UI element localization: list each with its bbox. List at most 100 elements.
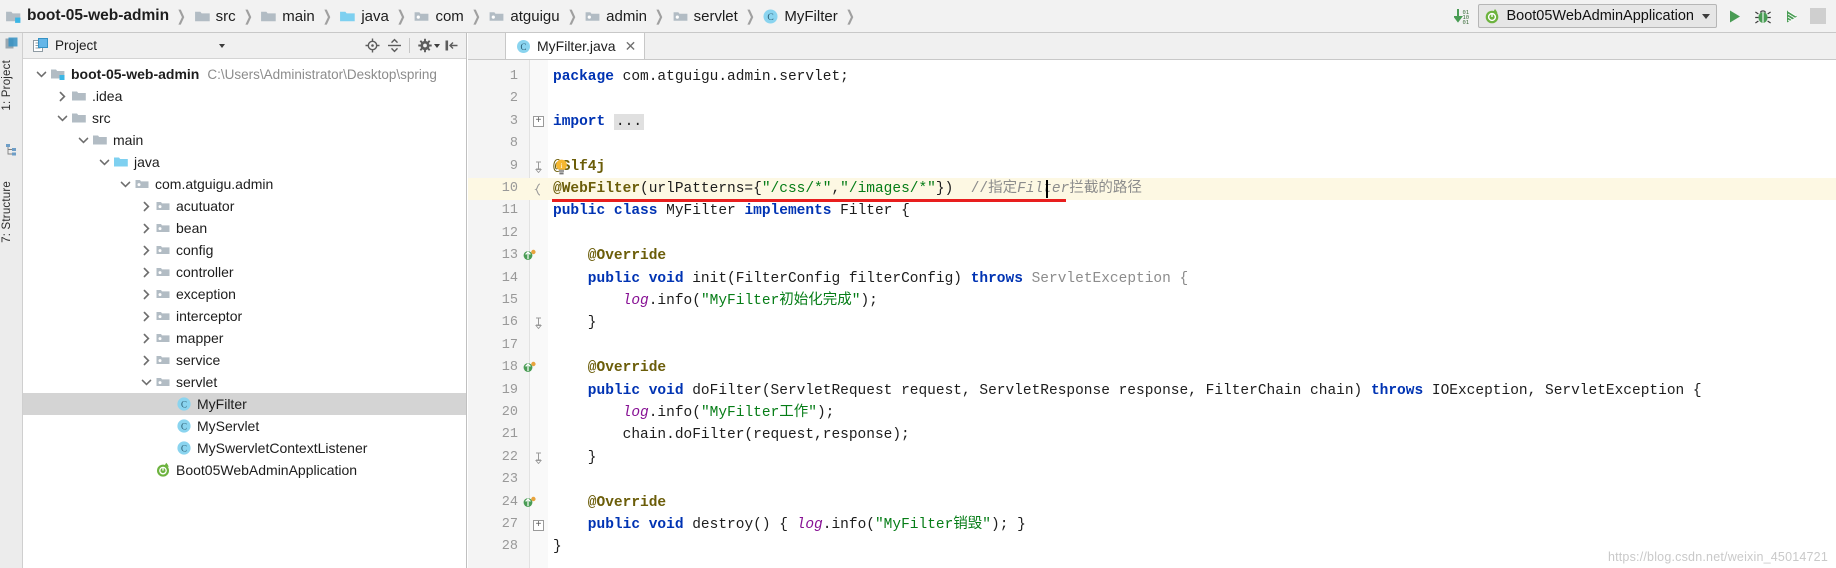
code-token: "MyFilter工作" xyxy=(700,405,817,421)
breadcrumb-item-main[interactable]: main xyxy=(257,8,317,25)
tree-item-boot-05-web-admin[interactable]: boot-05-web-admin C:\Users\Administrator\… xyxy=(23,63,466,85)
code-text: } xyxy=(553,447,597,469)
tree-item-java[interactable]: java xyxy=(23,151,466,173)
project-view-icon xyxy=(33,38,48,53)
code-token: }) xyxy=(935,181,971,197)
chevron-right-icon[interactable] xyxy=(138,286,154,302)
close-icon[interactable]: ✕ xyxy=(625,38,637,55)
run-with-coverage-button[interactable] xyxy=(1781,8,1803,25)
chevron-right-icon[interactable] xyxy=(138,330,154,346)
chevron-down-icon[interactable] xyxy=(138,374,154,390)
tree-item--idea[interactable]: .idea xyxy=(23,85,466,107)
spring-class-icon xyxy=(154,462,171,478)
breadcrumb-item-atguigu[interactable]: atguigu xyxy=(485,8,561,25)
sidebar-tab-project[interactable]: 1: Project xyxy=(1,60,13,111)
breadcrumb-item-servlet[interactable]: servlet xyxy=(669,8,740,25)
project-tree[interactable]: boot-05-web-admin C:\Users\Administrator\… xyxy=(23,59,466,568)
tree-item-service[interactable]: service xyxy=(23,349,466,371)
code-lines[interactable]: 1 package com.atguigu.admin.servlet; 2 3 imp… xyxy=(468,60,1836,568)
fold-end-icon[interactable] xyxy=(532,160,545,173)
chevron-right-icon[interactable] xyxy=(138,242,154,258)
code-token: log xyxy=(622,405,649,421)
code-line: 15 log.info("MyFilter初始化完成"); xyxy=(468,290,1836,312)
chevron-down-icon[interactable] xyxy=(33,66,49,82)
tree-item-mapper[interactable]: mapper xyxy=(23,327,466,349)
sidebar-tab-structure[interactable]: 7: Structure xyxy=(1,181,13,243)
fold-end-icon[interactable] xyxy=(532,317,545,330)
chevron-down-icon[interactable] xyxy=(75,132,91,148)
tree-item-boot05webadminapplication[interactable]: Boot05WebAdminApplication xyxy=(23,459,466,481)
code-text: public void doFilter(ServletRequest requ… xyxy=(553,380,1702,402)
tree-item-label: acutuator xyxy=(176,198,235,214)
breadcrumb-item-src[interactable]: src xyxy=(191,8,238,25)
folder-icon xyxy=(70,110,87,126)
gear-icon[interactable] xyxy=(414,35,436,57)
hide-panel-icon[interactable] xyxy=(440,35,462,57)
line-number: 28 xyxy=(501,539,518,555)
breadcrumb-item-label: src xyxy=(215,7,236,25)
code-token: public void xyxy=(553,517,693,533)
code-line: 22 } xyxy=(468,447,1836,469)
tree-item-interceptor[interactable]: interceptor xyxy=(23,305,466,327)
line-number: 22 xyxy=(501,449,518,465)
download-updates-icon[interactable]: 01 10 01 xyxy=(1454,7,1471,26)
code-editor[interactable]: 1 package com.atguigu.admin.servlet; 2 3 imp… xyxy=(468,60,1836,568)
chevron-down-icon[interactable] xyxy=(219,43,226,48)
code-token: } xyxy=(553,315,597,332)
code-text: @Override xyxy=(553,245,666,267)
tree-item-com-atguigu-admin[interactable]: com.atguigu.admin xyxy=(23,173,466,195)
run-configuration-label: Boot05WebAdminApplication xyxy=(1506,8,1694,24)
tree-item-myfilter[interactable]: C MyFilter xyxy=(23,393,466,415)
tree-item-label: src xyxy=(92,110,111,126)
tree-item-main[interactable]: main xyxy=(23,129,466,151)
chevron-down-icon[interactable] xyxy=(117,176,133,192)
fold-expand-icon[interactable]: + xyxy=(532,519,545,532)
chevron-down-icon[interactable] xyxy=(54,110,70,126)
locate-icon[interactable] xyxy=(361,35,383,57)
chevron-right-icon[interactable] xyxy=(138,264,154,280)
breadcrumb-item-myfilter[interactable]: C MyFilter xyxy=(759,8,839,25)
line-number: 9 xyxy=(509,158,518,174)
chevron-right-icon[interactable] xyxy=(138,352,154,368)
editor-tab-myfilter[interactable]: C MyFilter.java ✕ xyxy=(505,32,646,59)
intention-bulb-icon[interactable]: i xyxy=(554,158,569,184)
breadcrumb-item-java[interactable]: java xyxy=(336,8,391,25)
folder-icon xyxy=(91,132,108,148)
code-token: } xyxy=(553,539,562,556)
fold-end-icon[interactable] xyxy=(532,451,545,464)
chevron-right-icon[interactable] xyxy=(138,220,154,236)
breadcrumb-item-admin[interactable]: admin xyxy=(581,8,649,25)
chevron-right-icon[interactable] xyxy=(54,88,70,104)
tree-item-config[interactable]: config xyxy=(23,239,466,261)
chevron-right-icon[interactable] xyxy=(138,308,154,324)
tree-item-servlet[interactable]: servlet xyxy=(23,371,466,393)
code-text: public class MyFilter implements Filter … xyxy=(553,200,910,222)
run-button[interactable] xyxy=(1724,8,1745,25)
fold-region-icon[interactable] xyxy=(532,182,545,196)
tree-item-bean[interactable]: bean xyxy=(23,217,466,239)
code-token: throws xyxy=(970,270,1032,287)
svg-text:C: C xyxy=(768,12,774,23)
breadcrumb-item-boot-05-web-admin[interactable]: boot-05-web-admin xyxy=(2,7,171,25)
tree-item-src[interactable]: src xyxy=(23,107,466,129)
line-number: 8 xyxy=(509,136,518,152)
code-token: log xyxy=(622,293,649,309)
debug-button[interactable] xyxy=(1752,8,1774,25)
tree-item-myswervletcontextlistener[interactable]: C MySwervletContextListener xyxy=(23,437,466,459)
tree-item-exception[interactable]: exception xyxy=(23,283,466,305)
collapse-all-icon[interactable] xyxy=(383,35,405,57)
tree-item-controller[interactable]: controller xyxy=(23,261,466,283)
breadcrumb-item-label: servlet xyxy=(693,7,738,25)
tree-item-acutuator[interactable]: acutuator xyxy=(23,195,466,217)
chevron-down-icon[interactable] xyxy=(96,154,112,170)
more-actions-button[interactable] xyxy=(1810,8,1826,24)
fold-expand-icon[interactable]: + xyxy=(532,115,545,128)
chevron-right-icon[interactable] xyxy=(138,198,154,214)
chevron-down-icon[interactable] xyxy=(1702,13,1710,19)
code-token: 拦截的路径 xyxy=(1069,181,1142,197)
code-token: destroy() { xyxy=(692,517,797,533)
tree-item-myservlet[interactable]: C MyServlet xyxy=(23,415,466,437)
code-line: 18 @Override xyxy=(468,357,1836,379)
breadcrumb-item-com[interactable]: com xyxy=(410,8,465,25)
run-configuration-selector[interactable]: Boot05WebAdminApplication xyxy=(1478,4,1717,28)
